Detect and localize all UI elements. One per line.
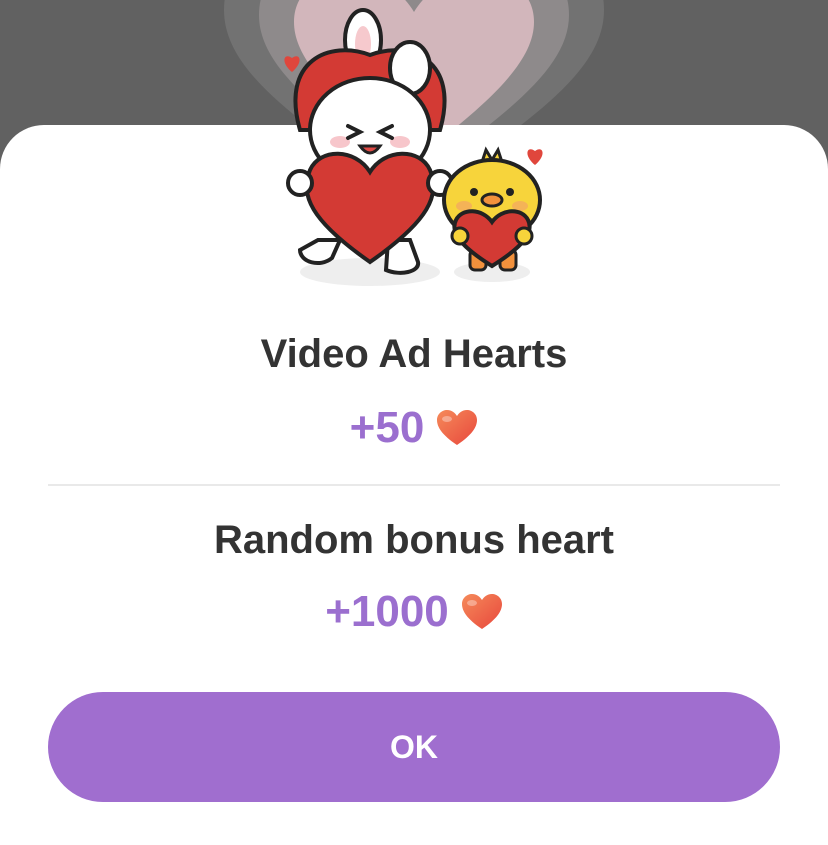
bonus-title: Random bonus heart bbox=[213, 518, 615, 562]
bonus-reward: +1000 bbox=[0, 584, 828, 640]
section-divider bbox=[48, 484, 780, 486]
video-ad-title: Video Ad Hearts bbox=[260, 332, 568, 376]
heart-icon bbox=[461, 593, 503, 631]
bonus-amount: +1000 bbox=[325, 587, 449, 636]
video-ad-reward: +50 bbox=[0, 400, 828, 456]
video-ad-amount: +50 bbox=[349, 403, 425, 452]
ok-button[interactable]: OK bbox=[48, 692, 780, 802]
bunny-and-chick-illustration bbox=[284, 8, 543, 286]
heart-icon bbox=[436, 409, 478, 447]
